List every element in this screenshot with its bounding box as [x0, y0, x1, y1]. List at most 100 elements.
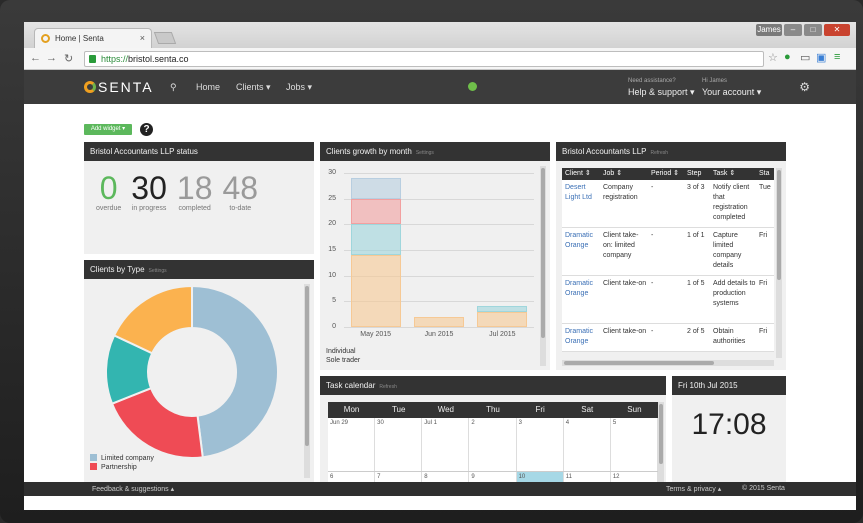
calendar-day[interactable]: 7	[375, 472, 423, 482]
calendar-week: 6 7 8 9 10 11 12	[328, 472, 658, 482]
scrollbar[interactable]	[658, 402, 664, 482]
extension-blue-icon[interactable]: ▣	[816, 51, 826, 64]
bar-segment[interactable]	[350, 255, 401, 327]
bar-segment[interactable]	[414, 316, 464, 327]
column-client[interactable]: Client ⇕	[562, 168, 600, 180]
search-icon[interactable]: ⚲	[170, 82, 177, 93]
column-job[interactable]: Job ⇕	[600, 168, 648, 180]
status-cell: Tue	[759, 184, 771, 191]
donut-slice[interactable]	[191, 284, 279, 459]
table-row[interactable]: Dramatic Orange Client take-on - 1 of 5 …	[562, 276, 774, 324]
task-calendar-title[interactable]: Task calendar Refresh	[320, 376, 666, 395]
minimize-icon[interactable]: –	[784, 24, 802, 36]
job-cell: Company registration	[603, 184, 638, 201]
client-link[interactable]: Desert Light Ltd	[562, 183, 600, 227]
table-row[interactable]: Dramatic Orange Client take-on - 2 of 5 …	[562, 324, 774, 352]
feedback-link[interactable]: Feedback & suggestions ▴	[92, 485, 174, 493]
close-window-icon[interactable]: ✕	[824, 24, 850, 36]
nav-home[interactable]: Home	[196, 82, 220, 92]
job-cell: Client take-on: limited company	[603, 232, 639, 259]
widget-refresh-link[interactable]: Refresh	[651, 150, 669, 156]
scrollbar-thumb[interactable]	[659, 404, 663, 464]
bar-segment[interactable]	[477, 306, 528, 312]
legend-item[interactable]: Limited company	[90, 454, 154, 463]
jobs-widget-title[interactable]: Bristol Accountants LLP Refresh	[556, 142, 786, 161]
help-menu[interactable]: Need assistance? Help & support ▾	[628, 76, 695, 98]
stat-in-progress[interactable]: 30 in progress	[131, 171, 167, 212]
calendar-day[interactable]: 8	[422, 472, 470, 482]
widget-settings-link[interactable]: Settings	[149, 268, 167, 274]
widget-settings-link[interactable]: Settings	[416, 150, 434, 156]
calendar-day[interactable]: 9	[469, 472, 517, 482]
back-icon[interactable]: ←	[30, 52, 41, 64]
menu-icon[interactable]: ≡	[834, 51, 840, 63]
clients-growth-title[interactable]: Clients growth by month Settings	[320, 142, 550, 161]
browser-tab[interactable]: Home | Senta ×	[34, 28, 152, 48]
gear-icon[interactable]: ⚙	[799, 80, 810, 94]
scrollbar[interactable]	[776, 168, 782, 358]
calendar-day[interactable]: 3	[516, 418, 564, 471]
cast-icon[interactable]: ▭	[800, 51, 810, 64]
maximize-icon[interactable]: □	[804, 24, 822, 36]
calendar-grid: Jun 29 30 Jul 1 2 3 4 5 6 7 8 9 10 11 12	[328, 418, 658, 482]
app-navbar: SENTA ⚲ Home Clients ▾ Jobs ▾ Need assis…	[24, 70, 856, 104]
task-cell: Obtain authorities	[713, 328, 746, 345]
day-header: Sat	[581, 405, 594, 414]
scrollbar-thumb[interactable]	[777, 170, 781, 280]
calendar-day[interactable]: 30	[375, 418, 423, 471]
stat-completed[interactable]: 18 completed	[177, 171, 213, 212]
calendar-day[interactable]: 4	[563, 418, 611, 471]
extension-green-icon[interactable]: ●	[784, 51, 791, 63]
period-cell: -	[651, 184, 654, 191]
table-row[interactable]: Desert Light Ltd Company registration - …	[562, 180, 774, 228]
bar-segment[interactable]	[350, 178, 401, 199]
forward-icon[interactable]: →	[46, 52, 57, 64]
nav-clients[interactable]: Clients ▾	[236, 82, 271, 93]
column-period[interactable]: Period ⇕	[648, 168, 684, 180]
client-link[interactable]: Dramatic Orange	[562, 327, 600, 351]
calendar-day[interactable]: 6	[328, 472, 376, 482]
calendar-day[interactable]: 5	[610, 418, 658, 471]
scrollbar-thumb[interactable]	[564, 361, 714, 365]
profile-button[interactable]: James	[756, 24, 782, 36]
senta-logo[interactable]: SENTA	[84, 79, 154, 95]
scrollbar-thumb[interactable]	[541, 168, 545, 338]
legend-item[interactable]: Partnership	[90, 463, 154, 472]
horizontal-scrollbar[interactable]	[562, 360, 774, 366]
widget-refresh-link[interactable]: Refresh	[379, 384, 397, 390]
column-task[interactable]: Task ⇕	[710, 168, 756, 180]
calendar-day[interactable]: 11	[563, 472, 611, 482]
terms-link[interactable]: Terms & privacy ▴	[666, 485, 721, 493]
calendar-day-today[interactable]: 10	[516, 472, 564, 482]
column-status[interactable]: Sta	[756, 168, 774, 180]
url-input[interactable]: https://bristol.senta.co	[84, 51, 764, 67]
scrollbar-thumb[interactable]	[305, 286, 309, 446]
nav-jobs[interactable]: Jobs ▾	[286, 82, 312, 93]
client-link[interactable]: Dramatic Orange	[562, 231, 600, 275]
calendar-day[interactable]: 12	[610, 472, 658, 482]
help-icon[interactable]: ?	[140, 123, 153, 136]
clients-by-type-title[interactable]: Clients by Type Settings	[84, 260, 314, 279]
client-link[interactable]: Dramatic Orange	[562, 279, 600, 323]
bar-chart: 0 5 10 15 20 25 30 May 2015 Jun 2015 Jul 2015	[320, 161, 542, 367]
status-widget-title[interactable]: Bristol Accountants LLP status	[84, 142, 314, 161]
calendar-day[interactable]: Jul 1	[422, 418, 470, 471]
stat-label: completed	[178, 205, 211, 212]
scrollbar[interactable]	[304, 284, 310, 478]
bar-segment[interactable]	[350, 224, 401, 256]
table-row[interactable]: Dramatic Orange Client take-on: limited …	[562, 228, 774, 276]
bar-segment[interactable]	[477, 311, 528, 327]
add-widget-button[interactable]: Add widget ▾	[84, 124, 132, 135]
reload-icon[interactable]: ↻	[64, 52, 73, 65]
stat-overdue[interactable]: 0 overdue	[96, 171, 121, 212]
calendar-day[interactable]: Jun 29	[328, 418, 376, 471]
stat-to-date[interactable]: 48 to-date	[222, 171, 258, 212]
new-tab-button[interactable]	[153, 32, 177, 44]
scrollbar[interactable]	[540, 166, 546, 366]
gridline	[344, 327, 534, 328]
close-tab-icon[interactable]: ×	[140, 33, 145, 43]
star-icon[interactable]: ☆	[768, 51, 778, 64]
account-menu[interactable]: Hi James Your account ▾	[702, 76, 761, 98]
calendar-day[interactable]: 2	[469, 418, 517, 471]
bar-segment[interactable]	[350, 198, 401, 225]
